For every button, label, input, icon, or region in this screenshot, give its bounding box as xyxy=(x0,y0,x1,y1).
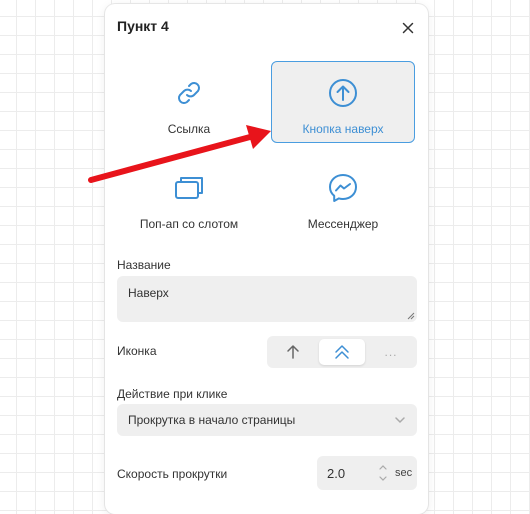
action-field-label: Действие при клике xyxy=(117,387,228,401)
tile-label: Мессенджер xyxy=(307,217,379,231)
type-tile-scroll-top[interactable]: Кнопка наверх xyxy=(271,61,415,143)
speed-value: 2.0 xyxy=(327,466,346,481)
icon-option-more[interactable]: ... xyxy=(368,339,414,365)
link-icon xyxy=(172,76,206,110)
messenger-icon xyxy=(326,171,360,205)
icon-option-double-chevron[interactable] xyxy=(319,339,365,365)
icon-field-label: Иконка xyxy=(117,344,157,358)
action-select-value: Прокрутка в начало страницы xyxy=(128,413,296,427)
speed-input[interactable]: 2.0 sec xyxy=(317,456,417,490)
name-textarea-value: Наверх xyxy=(128,286,169,300)
icon-option-arrow-up[interactable] xyxy=(270,339,316,365)
stepper-arrows-icon[interactable] xyxy=(377,460,389,486)
type-tile-link[interactable]: Ссылка xyxy=(117,61,261,143)
popup-windows-icon xyxy=(172,171,206,205)
chevron-down-icon xyxy=(395,417,405,424)
speed-unit: sec xyxy=(395,467,413,479)
name-field-label: Название xyxy=(117,258,171,272)
panel-header: Пункт 4 xyxy=(117,18,416,40)
icon-selector: ... xyxy=(267,336,417,368)
double-chevron-up-icon xyxy=(335,345,349,359)
tile-label: Ссылка xyxy=(167,122,211,136)
arrow-up-icon xyxy=(287,345,299,359)
resize-grip-icon[interactable] xyxy=(407,312,415,320)
type-tile-popup[interactable]: Поп-ап со слотом xyxy=(117,156,261,238)
close-icon xyxy=(402,22,414,34)
type-tile-messenger[interactable]: Мессенджер xyxy=(271,156,415,238)
name-textarea[interactable]: Наверх xyxy=(117,276,417,322)
action-select[interactable]: Прокрутка в начало страницы xyxy=(117,404,417,436)
panel-title: Пункт 4 xyxy=(117,18,169,34)
tile-label: Поп-ап со слотом xyxy=(139,217,239,231)
speed-field-label: Скорость прокрутки xyxy=(117,467,228,481)
menu-item-settings-panel: Пункт 4 Ссылка Кнопка наверх Поп-ап со с… xyxy=(105,4,428,514)
close-button[interactable] xyxy=(400,20,416,36)
tile-label: Кнопка наверх xyxy=(302,122,384,136)
arrow-up-circle-icon xyxy=(326,76,360,110)
